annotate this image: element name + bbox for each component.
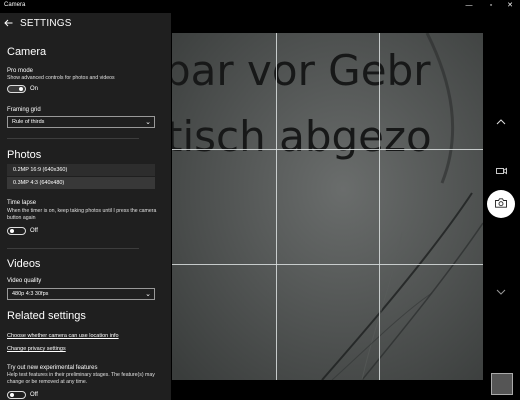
experimental-features-label: Try out new experimental features [7,365,98,371]
videos-heading: Videos [7,258,41,270]
pro-mode-label: Pro mode [7,68,34,74]
viewfinder-text-line1: bar vor Gebr [172,46,431,95]
photo-resolution-label: 0.3MP 4:3 (640x480) [13,180,65,186]
close-button[interactable]: ✕ [503,1,517,11]
divider [7,248,139,249]
experimental-features-toggle[interactable] [7,391,26,399]
video-camera-icon[interactable] [494,164,508,178]
chevron-down-icon: ⌄ [145,119,151,126]
minimize-button[interactable]: — [462,1,476,11]
grid-line-h2 [172,264,483,265]
chevron-down-icon: ⌄ [145,291,151,298]
framing-grid-select[interactable]: Rule of thirds ⌄ [7,116,155,128]
time-lapse-state: Off [30,228,38,234]
experimental-features-description: Help test features in their preliminary … [7,372,155,385]
photo-resolution-label: 0.2MP 16:9 (640x360) [13,167,68,173]
framing-grid-value: Rule of thirds [12,119,45,125]
video-quality-label: Video quality [7,278,42,284]
back-button[interactable] [0,13,17,33]
photos-heading: Photos [7,149,42,161]
settings-panel: SETTINGS Camera Pro mode Show advanced c… [0,13,171,400]
camera-heading: Camera [7,46,47,58]
time-lapse-label: Time lapse [7,200,37,206]
experimental-features-state: Off [30,392,38,398]
grid-line-v2 [379,33,380,380]
app-title: Camera [4,2,26,8]
time-lapse-toggle[interactable] [7,227,26,235]
video-quality-value: 480p 4:3 30fps [12,291,49,297]
video-quality-select[interactable]: 480p 4:3 30fps ⌄ [7,288,155,300]
framing-grid-label: Framing grid [7,107,41,113]
time-lapse-description: When the timer is on, keep taking photos… [7,208,157,221]
camera-icon [495,195,507,213]
maximize-button[interactable]: ▫ [484,1,498,11]
chevron-up-icon[interactable] [494,115,508,129]
photo-resolution-option[interactable]: 0.2MP 16:9 (640x360) [7,164,155,176]
grid-line-h1 [172,149,483,150]
pro-mode-state: On [30,86,39,92]
pro-mode-description: Show advanced controls for photos and vi… [7,75,115,81]
camera-viewfinder[interactable]: bar vor Gebr tisch abgezo [172,33,483,380]
pro-mode-toggle[interactable] [7,85,26,93]
settings-title: SETTINGS [20,18,72,29]
privacy-settings-link[interactable]: Change privacy settings [7,346,66,352]
location-settings-link[interactable]: Choose whether camera can use location i… [7,333,119,339]
last-photo-thumbnail[interactable] [491,373,513,395]
grid-line-v1 [276,33,277,380]
take-photo-button[interactable] [487,190,515,218]
photo-resolution-option-selected[interactable]: 0.3MP 4:3 (640x480) [7,177,155,189]
chevron-down-icon[interactable] [494,285,508,299]
viewfinder-text-line2: tisch abgezo [172,112,432,161]
back-arrow-icon [4,14,13,32]
title-bar: Camera — ▫ ✕ [0,0,520,13]
related-settings-heading: Related settings [7,310,86,322]
viewfinder-image: bar vor Gebr tisch abgezo [172,33,483,380]
divider [7,138,139,139]
